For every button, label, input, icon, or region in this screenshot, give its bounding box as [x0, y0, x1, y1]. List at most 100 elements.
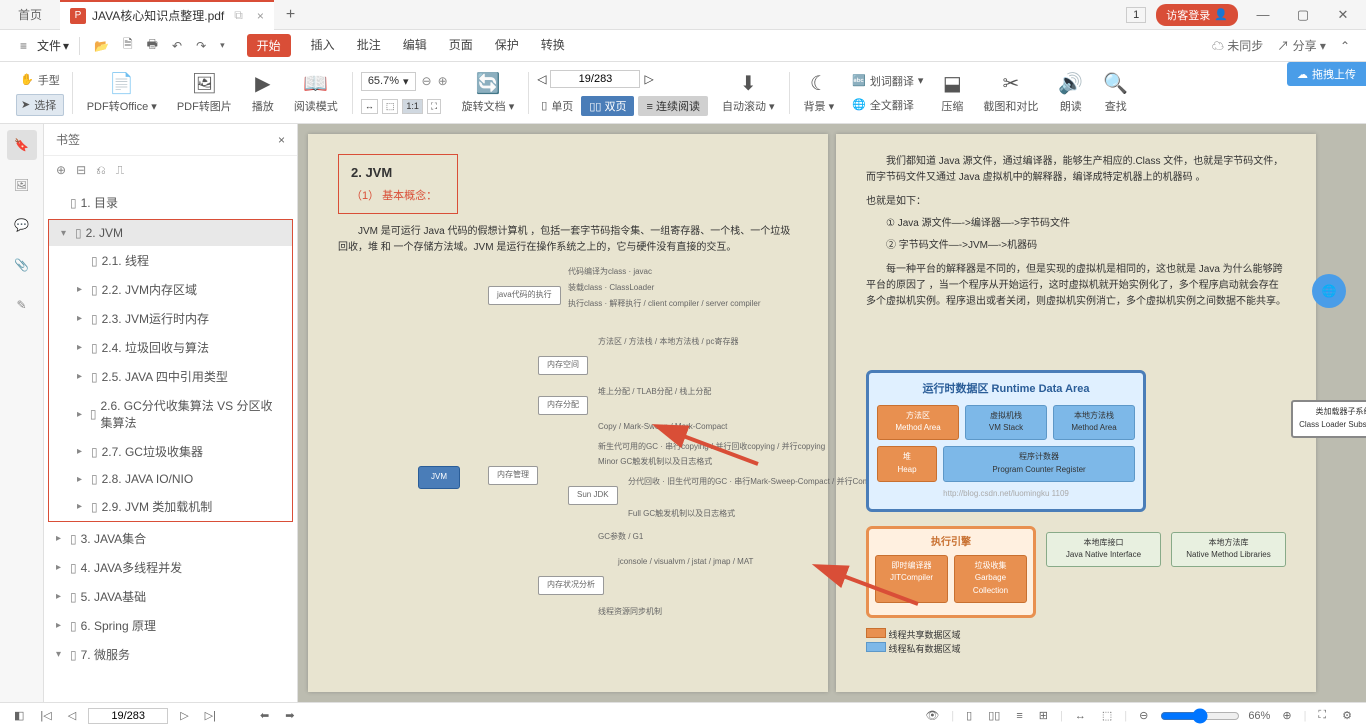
attachment-icon[interactable]: 📎	[7, 250, 37, 280]
view-continuous-icon[interactable]: ≡	[1012, 708, 1026, 724]
page-input[interactable]	[550, 70, 640, 88]
bookmark-icon[interactable]: 🔖	[7, 130, 37, 160]
find[interactable]: 🔍查找	[1097, 72, 1134, 114]
next-page-bottom-icon[interactable]: ▷	[176, 707, 192, 724]
background[interactable]: ☾背景 ▾	[798, 72, 841, 114]
bm-item-ref[interactable]: ▸▯ 2.5. JAVA 四中引用类型	[49, 362, 292, 391]
translate-select[interactable]: 🔤 划词翻译 ▾	[848, 71, 927, 91]
view-single-icon[interactable]: ▯	[962, 707, 976, 724]
bm-item-gc-algo[interactable]: ▸▯ 2.4. 垃圾回收与算法	[49, 333, 292, 362]
zoom-level[interactable]: 65.7% ▾	[361, 72, 416, 91]
close-icon[interactable]: ×	[257, 9, 264, 23]
maximize-icon[interactable]: ▢	[1288, 7, 1318, 23]
tab-page[interactable]: 页面	[447, 34, 475, 57]
pdf-content[interactable]: 🌐 2. JVM （1） 基本概念： JVM 是可运行 Java 代码的假想计算…	[298, 124, 1366, 702]
save-icon[interactable]: 🗎	[119, 33, 137, 58]
sidebar-toggle-icon[interactable]: ◧	[10, 707, 28, 724]
undo-icon[interactable]: ↶	[168, 37, 186, 55]
bm-tool2-icon[interactable]: ⎍	[116, 163, 124, 178]
bm-item-gc-gen[interactable]: ▸▯ 2.6. GC分代收集算法 VS 分区收集算法	[49, 391, 292, 437]
tab-edit[interactable]: 编辑	[401, 34, 429, 57]
collapse-icon[interactable]: ⌃	[1340, 39, 1350, 53]
bm-item-collection[interactable]: ▸▯ 3. JAVA集合	[44, 524, 297, 553]
first-page-icon[interactable]: |◁	[36, 707, 55, 724]
close-panel-icon[interactable]: ×	[278, 133, 285, 147]
nav-back-icon[interactable]: ⬅	[256, 707, 273, 724]
bm-item-micro[interactable]: ▾▯ 7. 微服务	[44, 640, 297, 669]
fit-width-bottom-icon[interactable]: ↔	[1071, 708, 1090, 724]
login-button[interactable]: 访客登录 👤	[1156, 4, 1238, 26]
comment-icon[interactable]: 💬	[7, 210, 37, 240]
bm-item-toc[interactable]: ▯ 1. 目录	[44, 188, 297, 217]
select-tool[interactable]: ➤ 选择	[16, 94, 64, 116]
bm-item-io[interactable]: ▸▯ 2.8. JAVA IO/NIO	[49, 466, 292, 492]
last-page-icon[interactable]: ▷|	[201, 707, 220, 724]
hamburger-icon[interactable]: ≡	[16, 37, 31, 55]
autoscroll[interactable]: ⬇自动滚动 ▾	[716, 72, 781, 114]
tab-start[interactable]: 开始	[247, 34, 291, 57]
add-bookmark-icon[interactable]: ⊕	[56, 163, 66, 177]
eye-icon[interactable]: 👁	[921, 707, 943, 724]
fit-page-icon[interactable]: ⬚	[382, 99, 399, 114]
signature-icon[interactable]: ✎	[7, 290, 37, 320]
home-tab[interactable]: 首页	[0, 0, 60, 30]
tab-convert[interactable]: 转换	[539, 34, 567, 57]
new-tab-button[interactable]: +	[274, 6, 307, 24]
translate-float-icon[interactable]: 🌐	[1312, 274, 1346, 308]
open-icon[interactable]: 📂	[90, 37, 113, 55]
redo-icon[interactable]: ↷	[192, 37, 210, 55]
sync-status[interactable]: ☁ 未同步	[1212, 37, 1263, 54]
actual-size-icon[interactable]: 1:1	[402, 99, 423, 114]
zoom-out-icon[interactable]: ⊖	[422, 74, 432, 88]
drag-upload-badge[interactable]: ☁ 拖拽上传	[1287, 62, 1366, 86]
crop[interactable]: ✂截图和对比	[977, 72, 1044, 114]
fit-icon[interactable]: ⛶	[427, 99, 441, 114]
read-mode[interactable]: 📖阅读模式	[288, 72, 344, 114]
zoom-slider[interactable]	[1160, 708, 1240, 724]
bm-item-thread2[interactable]: ▸▯ 4. JAVA多线程并发	[44, 553, 297, 582]
fit-page-bottom-icon[interactable]: ⬚	[1098, 707, 1116, 724]
view-grid-icon[interactable]: ⊞	[1035, 707, 1052, 724]
tab-insert[interactable]: 插入	[309, 34, 337, 57]
thumbnail-icon[interactable]: 🖼	[7, 170, 37, 200]
zoom-in-bottom-icon[interactable]: ⊕	[1278, 707, 1295, 724]
bm-item-jvm[interactable]: ▾▯ 2. JVM	[49, 220, 292, 246]
settings-bottom-icon[interactable]: ⚙	[1338, 707, 1356, 724]
tab-annotate[interactable]: 批注	[355, 34, 383, 57]
bm-item-thread[interactable]: ▯ 2.1. 线程	[49, 246, 292, 275]
bm-item-spring[interactable]: ▸▯ 6. Spring 原理	[44, 611, 297, 640]
fit-width-icon[interactable]: ↔	[361, 99, 378, 114]
bm-item-memory[interactable]: ▸▯ 2.2. JVM内存区域	[49, 275, 292, 304]
zoom-out-bottom-icon[interactable]: ⊖	[1135, 707, 1152, 724]
play-button[interactable]: ▶播放	[246, 72, 280, 114]
share-button[interactable]: ↗ 分享 ▾	[1277, 37, 1326, 54]
edit-bookmark-icon[interactable]: ⊟	[76, 163, 86, 177]
nav-forward-icon[interactable]: ➡	[281, 707, 298, 724]
dropdown-icon[interactable]: ▾	[216, 38, 229, 53]
bm-item-basic[interactable]: ▸▯ 5. JAVA基础	[44, 582, 297, 611]
rotate-doc[interactable]: 🔄旋转文档 ▾	[456, 72, 521, 114]
bm-tool-icon[interactable]: ⎌	[96, 163, 106, 178]
pdf-to-office[interactable]: 📄PDF转Office ▾	[81, 72, 163, 114]
tab-duplicate-icon[interactable]: ⧉	[234, 8, 243, 23]
pdf-to-image[interactable]: 🖼PDF转图片	[171, 72, 238, 114]
compress[interactable]: ⬓压缩	[935, 72, 969, 114]
bm-item-runtime[interactable]: ▸▯ 2.3. JVM运行时内存	[49, 304, 292, 333]
prev-page-icon[interactable]: ◁	[537, 72, 546, 86]
file-menu[interactable]: 文件 ▾	[37, 37, 69, 54]
minimize-icon[interactable]: —	[1248, 7, 1278, 22]
read-aloud[interactable]: 🔊朗读	[1052, 72, 1089, 114]
tab-protect[interactable]: 保护	[493, 34, 521, 57]
bm-item-collector[interactable]: ▸▯ 2.7. GC垃圾收集器	[49, 437, 292, 466]
bm-item-classload[interactable]: ▸▯ 2.9. JVM 类加载机制	[49, 492, 292, 521]
hand-tool[interactable]: ✋ 手型	[16, 70, 64, 90]
bottom-page-input[interactable]	[88, 708, 168, 724]
close-window-icon[interactable]: ✕	[1328, 7, 1358, 23]
prev-page-bottom-icon[interactable]: ◁	[64, 707, 80, 724]
single-page[interactable]: ▯ 单页	[537, 96, 577, 116]
fullscreen-icon[interactable]: ⛶	[1314, 707, 1330, 724]
continuous-read[interactable]: ≡ 连续阅读	[638, 96, 707, 116]
print-icon[interactable]: 🖶	[143, 33, 162, 58]
double-page[interactable]: ▯▯ 双页	[581, 96, 634, 116]
next-page-icon[interactable]: ▷	[644, 72, 653, 86]
